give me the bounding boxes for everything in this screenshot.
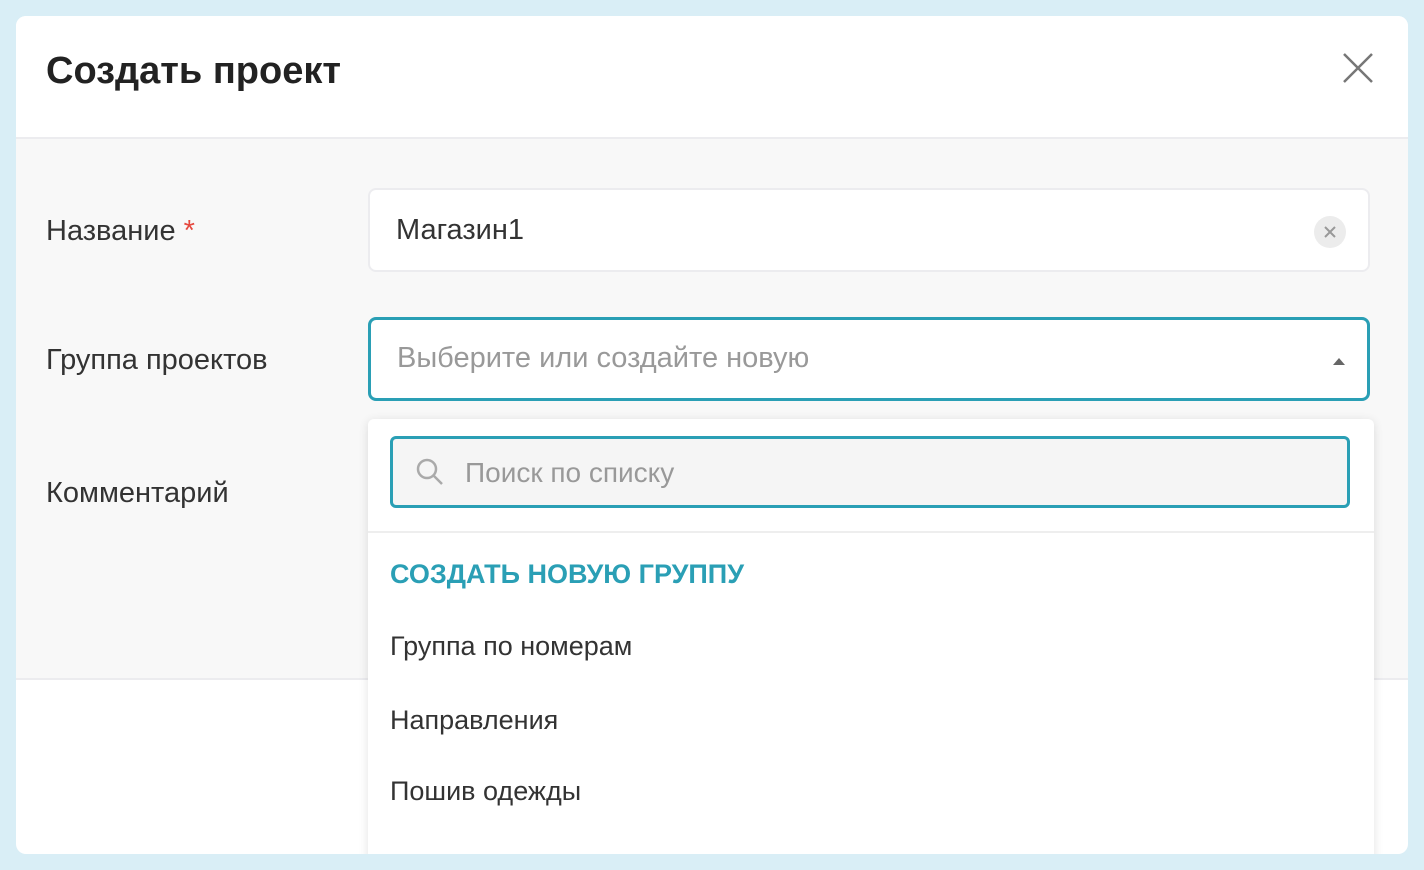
caret-up-icon: [1333, 358, 1345, 365]
close-icon: [1343, 53, 1373, 83]
required-mark: *: [183, 215, 195, 247]
group-label: Группа проектов: [46, 344, 268, 376]
group-option[interactable]: Группа по номерам: [390, 631, 632, 662]
group-select[interactable]: Выберите или создайте новую: [368, 317, 1370, 401]
name-input[interactable]: Магазин1: [368, 188, 1370, 272]
group-option[interactable]: Направления: [390, 705, 558, 736]
search-placeholder: Поиск по списку: [465, 457, 675, 488]
create-group-option[interactable]: СОЗДАТЬ НОВУЮ ГРУППУ: [390, 559, 744, 590]
dialog-header: Создать проект: [16, 16, 1408, 139]
name-label: Название *: [46, 215, 195, 248]
search-icon: [416, 458, 443, 485]
close-button[interactable]: [1342, 52, 1374, 84]
comment-label: Комментарий: [46, 477, 229, 509]
clear-button[interactable]: [1314, 216, 1346, 248]
dialog-title: Создать проект: [46, 50, 341, 92]
close-icon: [1324, 226, 1336, 238]
group-option[interactable]: Пошив одежды: [390, 776, 581, 807]
name-label-text: Название: [46, 215, 176, 247]
divider: [368, 531, 1374, 533]
group-dropdown: Поиск по списку СОЗДАТЬ НОВУЮ ГРУППУ Гру…: [368, 419, 1374, 854]
name-value: Магазин1: [396, 214, 524, 246]
search-input[interactable]: Поиск по списку: [390, 436, 1350, 508]
group-placeholder: Выберите или создайте новую: [397, 342, 810, 374]
create-project-dialog: Создать проект Название * Магазин1 Группа…: [16, 16, 1408, 854]
